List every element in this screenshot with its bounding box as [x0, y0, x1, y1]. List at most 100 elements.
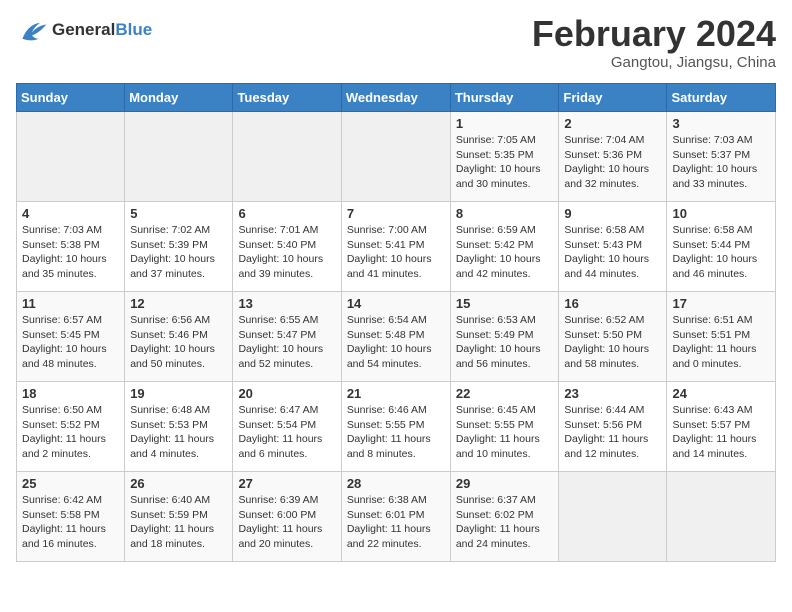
day-number: 24: [672, 386, 770, 401]
day-info: Sunrise: 6:54 AM Sunset: 5:48 PM Dayligh…: [347, 313, 445, 372]
calendar-cell: 3 Sunrise: 7:03 AM Sunset: 5:37 PM Daylig…: [667, 112, 776, 202]
calendar-cell: 7 Sunrise: 7:00 AM Sunset: 5:41 PM Daylig…: [341, 202, 450, 292]
calendar-cell: 26Sunrise: 6:40 AM Sunset: 5:59 PM Dayli…: [125, 472, 233, 562]
logo-icon: [16, 16, 48, 44]
calendar-cell: 8Sunrise: 6:59 AM Sunset: 5:42 PM Daylig…: [450, 202, 559, 292]
day-number: 5: [130, 206, 227, 221]
calendar-cell: 22 Sunrise: 6:45 AM Sunset: 5:55 PM Dayli…: [450, 382, 559, 472]
day-number: 28: [347, 476, 445, 491]
calendar-week-row: 1 Sunrise: 7:05 AM Sunset: 5:35 PM Daylig…: [17, 112, 776, 202]
calendar-cell: 23 Sunrise: 6:44 AM Sunset: 5:56 PM Dayli…: [559, 382, 667, 472]
day-info: Sunrise: 6:47 AM Sunset: 5:54 PM Dayligh…: [238, 403, 335, 462]
day-number: 26: [130, 476, 227, 491]
calendar-cell: 29Sunrise: 6:37 AM Sunset: 6:02 PM Dayli…: [450, 472, 559, 562]
day-info: Sunrise: 6:50 AM Sunset: 5:52 PM Dayligh…: [22, 403, 119, 462]
calendar-cell: [559, 472, 667, 562]
calendar-cell: 28 Sunrise: 6:38 AM Sunset: 6:01 PM Dayli…: [341, 472, 450, 562]
calendar-table: SundayMondayTuesdayWednesdayThursdayFrid…: [16, 83, 776, 562]
page-header: GeneralBlue February 2024 Gangtou, Jiang…: [16, 16, 776, 71]
day-info: Sunrise: 7:02 AM Sunset: 5:39 PM Dayligh…: [130, 223, 227, 282]
day-number: 17: [672, 296, 770, 311]
day-info: Sunrise: 7:01 AM Sunset: 5:40 PM Dayligh…: [238, 223, 335, 282]
weekday-header: Tuesday: [233, 84, 341, 112]
calendar-cell: 1 Sunrise: 7:05 AM Sunset: 5:35 PM Daylig…: [450, 112, 559, 202]
day-info: Sunrise: 6:42 AM Sunset: 5:58 PM Dayligh…: [22, 493, 119, 552]
day-info: Sunrise: 7:03 AM Sunset: 5:37 PM Dayligh…: [672, 133, 770, 192]
day-number: 18: [22, 386, 119, 401]
day-info: Sunrise: 6:55 AM Sunset: 5:47 PM Dayligh…: [238, 313, 335, 372]
weekday-header: Friday: [559, 84, 667, 112]
calendar-cell: 25Sunrise: 6:42 AM Sunset: 5:58 PM Dayli…: [17, 472, 125, 562]
calendar-cell: 18 Sunrise: 6:50 AM Sunset: 5:52 PM Dayli…: [17, 382, 125, 472]
weekday-header: Saturday: [667, 84, 776, 112]
calendar-cell: 17 Sunrise: 6:51 AM Sunset: 5:51 PM Dayli…: [667, 292, 776, 382]
weekday-header-row: SundayMondayTuesdayWednesdayThursdayFrid…: [17, 84, 776, 112]
weekday-header: Thursday: [450, 84, 559, 112]
logo-text: GeneralBlue: [52, 20, 152, 40]
day-info: Sunrise: 6:52 AM Sunset: 5:50 PM Dayligh…: [564, 313, 661, 372]
day-info: Sunrise: 7:05 AM Sunset: 5:35 PM Dayligh…: [456, 133, 554, 192]
day-number: 27: [238, 476, 335, 491]
day-info: Sunrise: 6:39 AM Sunset: 6:00 PM Dayligh…: [238, 493, 335, 552]
weekday-header: Monday: [125, 84, 233, 112]
calendar-cell: 24 Sunrise: 6:43 AM Sunset: 5:57 PM Dayli…: [667, 382, 776, 472]
day-info: Sunrise: 6:44 AM Sunset: 5:56 PM Dayligh…: [564, 403, 661, 462]
calendar-cell: [17, 112, 125, 202]
weekday-header: Wednesday: [341, 84, 450, 112]
day-number: 20: [238, 386, 335, 401]
calendar-cell: [667, 472, 776, 562]
weekday-header: Sunday: [17, 84, 125, 112]
calendar-cell: 16Sunrise: 6:52 AM Sunset: 5:50 PM Dayli…: [559, 292, 667, 382]
calendar-cell: 19 Sunrise: 6:48 AM Sunset: 5:53 PM Dayli…: [125, 382, 233, 472]
calendar-cell: 12 Sunrise: 6:56 AM Sunset: 5:46 PM Dayli…: [125, 292, 233, 382]
day-number: 2: [564, 116, 661, 131]
day-info: Sunrise: 6:43 AM Sunset: 5:57 PM Dayligh…: [672, 403, 770, 462]
logo: GeneralBlue: [16, 16, 152, 44]
calendar-cell: 13 Sunrise: 6:55 AM Sunset: 5:47 PM Dayli…: [233, 292, 341, 382]
day-info: Sunrise: 7:00 AM Sunset: 5:41 PM Dayligh…: [347, 223, 445, 282]
day-info: Sunrise: 6:57 AM Sunset: 5:45 PM Dayligh…: [22, 313, 119, 372]
calendar-cell: 27 Sunrise: 6:39 AM Sunset: 6:00 PM Dayli…: [233, 472, 341, 562]
day-info: Sunrise: 6:45 AM Sunset: 5:55 PM Dayligh…: [456, 403, 554, 462]
day-info: Sunrise: 6:53 AM Sunset: 5:49 PM Dayligh…: [456, 313, 554, 372]
title-block: February 2024 Gangtou, Jiangsu, China: [532, 16, 776, 71]
day-number: 11: [22, 296, 119, 311]
location: Gangtou, Jiangsu, China: [532, 54, 776, 71]
calendar-cell: 15 Sunrise: 6:53 AM Sunset: 5:49 PM Dayli…: [450, 292, 559, 382]
day-number: 12: [130, 296, 227, 311]
day-number: 21: [347, 386, 445, 401]
calendar-cell: 10Sunrise: 6:58 AM Sunset: 5:44 PM Dayli…: [667, 202, 776, 292]
day-number: 4: [22, 206, 119, 221]
day-info: Sunrise: 6:46 AM Sunset: 5:55 PM Dayligh…: [347, 403, 445, 462]
calendar-cell: 11 Sunrise: 6:57 AM Sunset: 5:45 PM Dayli…: [17, 292, 125, 382]
day-info: Sunrise: 7:03 AM Sunset: 5:38 PM Dayligh…: [22, 223, 119, 282]
calendar-cell: 6 Sunrise: 7:01 AM Sunset: 5:40 PM Daylig…: [233, 202, 341, 292]
calendar-cell: [341, 112, 450, 202]
calendar-week-row: 18 Sunrise: 6:50 AM Sunset: 5:52 PM Dayli…: [17, 382, 776, 472]
day-number: 6: [238, 206, 335, 221]
calendar-cell: 21 Sunrise: 6:46 AM Sunset: 5:55 PM Dayli…: [341, 382, 450, 472]
day-info: Sunrise: 6:56 AM Sunset: 5:46 PM Dayligh…: [130, 313, 227, 372]
day-number: 19: [130, 386, 227, 401]
day-info: Sunrise: 6:48 AM Sunset: 5:53 PM Dayligh…: [130, 403, 227, 462]
day-info: Sunrise: 6:38 AM Sunset: 6:01 PM Dayligh…: [347, 493, 445, 552]
day-number: 23: [564, 386, 661, 401]
day-info: Sunrise: 6:58 AM Sunset: 5:43 PM Dayligh…: [564, 223, 661, 282]
calendar-week-row: 4 Sunrise: 7:03 AM Sunset: 5:38 PM Daylig…: [17, 202, 776, 292]
day-number: 7: [347, 206, 445, 221]
day-info: Sunrise: 6:51 AM Sunset: 5:51 PM Dayligh…: [672, 313, 770, 372]
day-number: 1: [456, 116, 554, 131]
day-number: 13: [238, 296, 335, 311]
calendar-week-row: 11 Sunrise: 6:57 AM Sunset: 5:45 PM Dayli…: [17, 292, 776, 382]
day-number: 3: [672, 116, 770, 131]
day-number: 22: [456, 386, 554, 401]
calendar-cell: 14Sunrise: 6:54 AM Sunset: 5:48 PM Dayli…: [341, 292, 450, 382]
calendar-cell: 4 Sunrise: 7:03 AM Sunset: 5:38 PM Daylig…: [17, 202, 125, 292]
day-number: 10: [672, 206, 770, 221]
day-number: 29: [456, 476, 554, 491]
day-number: 8: [456, 206, 554, 221]
day-number: 15: [456, 296, 554, 311]
calendar-cell: 9Sunrise: 6:58 AM Sunset: 5:43 PM Daylig…: [559, 202, 667, 292]
day-info: Sunrise: 7:04 AM Sunset: 5:36 PM Dayligh…: [564, 133, 661, 192]
calendar-week-row: 25Sunrise: 6:42 AM Sunset: 5:58 PM Dayli…: [17, 472, 776, 562]
